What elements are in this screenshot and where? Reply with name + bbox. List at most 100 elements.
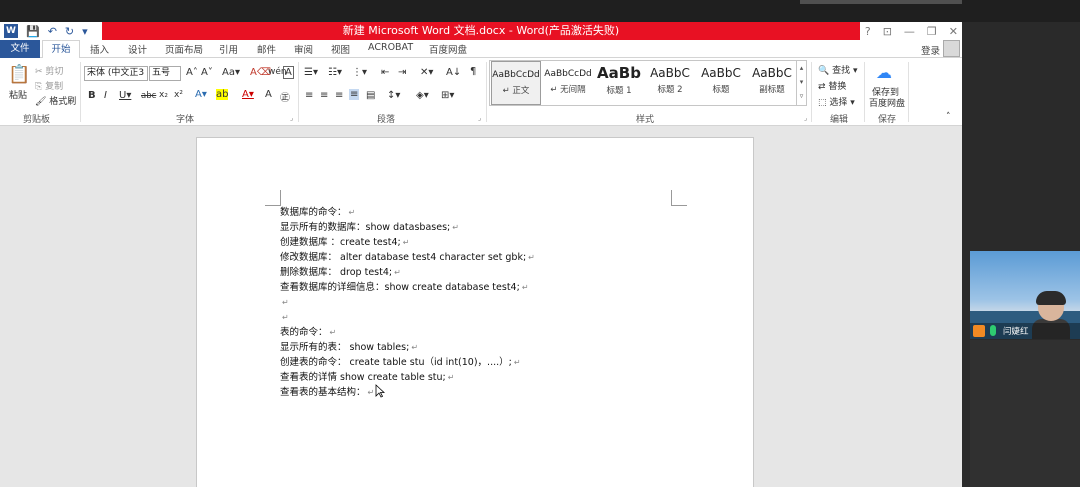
- line-spacing-icon[interactable]: ↕▾: [387, 90, 400, 101]
- tab-design[interactable]: 设计: [128, 42, 147, 56]
- baidu-netdisk-icon[interactable]: ☁: [876, 63, 892, 82]
- shading-icon[interactable]: ◈▾: [416, 90, 429, 101]
- styles-dialog-launcher-icon[interactable]: ⌟: [804, 114, 807, 122]
- style-title[interactable]: AaBbC 标题: [696, 61, 746, 105]
- divider: [486, 62, 487, 122]
- doc-line: 表的命令： ↵: [280, 327, 337, 338]
- font-size-select[interactable]: 五号: [149, 66, 181, 81]
- doc-line: 显示所有的数据库：show datasbases; ↵: [280, 222, 459, 233]
- quick-access-toolbar: W 💾 ↶ ↻ ▾: [4, 23, 88, 39]
- paste-icon[interactable]: 📋: [8, 64, 30, 85]
- underline-icon[interactable]: U▾: [119, 90, 131, 101]
- tab-references[interactable]: 引用: [219, 42, 238, 56]
- tab-review[interactable]: 审阅: [294, 42, 313, 56]
- char-shading-icon[interactable]: A: [265, 89, 272, 100]
- paragraph-group-label: 段落: [377, 115, 396, 125]
- highlight-icon[interactable]: ab: [216, 89, 229, 100]
- tab-mailings[interactable]: 邮件: [257, 42, 276, 56]
- styles-group-label: 样式: [636, 115, 655, 125]
- close-icon[interactable]: ✕: [949, 25, 958, 38]
- paste-button[interactable]: 粘贴: [9, 88, 27, 101]
- screen: W 💾 ↶ ↻ ▾ 新建 Microsoft Word 文档.docx - Wo…: [0, 0, 1080, 487]
- align-center-icon[interactable]: ≡: [320, 90, 328, 101]
- save-group-label: 保存: [878, 115, 897, 125]
- doc-line: 修改数据库： alter database test4 character se…: [280, 252, 535, 263]
- collapse-ribbon-icon[interactable]: ˄: [946, 112, 951, 122]
- align-right-icon[interactable]: ≡: [335, 90, 343, 101]
- style-heading-2[interactable]: AaBbC 标题 2: [645, 61, 695, 105]
- subscript-icon[interactable]: x₂: [159, 90, 168, 100]
- tab-home[interactable]: 开始: [42, 40, 80, 59]
- help-icon[interactable]: ?: [865, 25, 871, 38]
- customize-qat-icon[interactable]: ▾: [82, 25, 88, 38]
- enclose-char-icon[interactable]: ㊣: [280, 89, 290, 104]
- replace-button[interactable]: ⇄ 替换: [818, 79, 846, 92]
- align-left-icon[interactable]: ≡: [305, 90, 313, 101]
- borders-icon[interactable]: ⊞▾: [441, 90, 454, 101]
- doc-line: 查看数据库的详细信息：show create database test4; ↵: [280, 282, 529, 293]
- select-button[interactable]: ⬚ 选择 ▾: [818, 95, 855, 108]
- tab-insert[interactable]: 插入: [90, 42, 109, 56]
- tab-view[interactable]: 视图: [331, 42, 350, 56]
- sort-icon[interactable]: A↓: [446, 67, 461, 78]
- style-heading-1[interactable]: AaBb 标题 1: [594, 61, 644, 105]
- distributed-icon[interactable]: ▤: [366, 90, 375, 101]
- asian-layout-icon[interactable]: ✕▾: [420, 67, 433, 78]
- login-link[interactable]: 登录: [921, 43, 940, 57]
- multilevel-list-icon[interactable]: ⋮▾: [352, 67, 367, 78]
- show-marks-icon[interactable]: ¶: [470, 66, 476, 77]
- top-dark-strip: [0, 0, 1080, 22]
- undo-icon[interactable]: ↶: [48, 25, 57, 38]
- document-text[interactable]: 数据库的命令： ↵ 显示所有的数据库：show datasbases; ↵ 创建数据…: [280, 205, 535, 400]
- char-border-icon[interactable]: A: [283, 66, 294, 79]
- style-normal[interactable]: AaBbCcDd ↵ 正文: [491, 61, 541, 105]
- numbering-icon[interactable]: ☷▾: [328, 67, 342, 78]
- divider: [80, 62, 81, 122]
- sidebar-empty-area: [970, 340, 1080, 487]
- find-button[interactable]: 🔍 查找 ▾: [818, 63, 857, 76]
- tab-file[interactable]: 文件: [0, 40, 40, 58]
- decrease-indent-icon[interactable]: ⇤: [381, 67, 389, 78]
- cut-button[interactable]: ✂ 剪切: [35, 64, 63, 77]
- font-dialog-launcher-icon[interactable]: ⌟: [290, 114, 293, 122]
- restore-icon[interactable]: ❐: [927, 25, 937, 38]
- font-name-select[interactable]: 宋体 (中文正3: [84, 66, 148, 81]
- doc-line: 创建表的命令： create table stu（id int(10)，....…: [280, 357, 521, 368]
- clipboard-group-label: 剪贴板: [23, 115, 51, 125]
- mouse-cursor-icon: [375, 384, 385, 398]
- redo-icon[interactable]: ↻: [65, 25, 74, 38]
- save-icon[interactable]: 💾: [26, 25, 40, 38]
- avatar[interactable]: [943, 40, 960, 57]
- tab-baidu-netdisk[interactable]: 百度网盘: [429, 42, 467, 56]
- ribbon-display-icon[interactable]: ⊡: [883, 25, 892, 38]
- justify-icon[interactable]: ≡: [349, 89, 360, 100]
- microphone-icon[interactable]: [990, 325, 996, 336]
- user-icon: [973, 325, 985, 337]
- superscript-icon[interactable]: x²: [174, 90, 183, 100]
- bold-icon[interactable]: B: [88, 90, 96, 101]
- save-to-line2[interactable]: 百度网盘: [869, 96, 905, 109]
- styles-gallery: AaBbCcDd ↵ 正文 AaBbCcDd ↵ 无间隔 AaBb 标题 1 A…: [489, 60, 807, 106]
- style-subtitle[interactable]: AaBbC 副标题: [747, 61, 797, 105]
- video-tile[interactable]: 闫婕红: [970, 251, 1080, 339]
- bullets-icon[interactable]: ☰▾: [304, 67, 318, 78]
- font-color-icon[interactable]: A▾: [242, 89, 254, 100]
- format-painter-button[interactable]: 🖌 格式刷: [35, 94, 76, 107]
- grow-font-icon[interactable]: A˄ A˅: [186, 67, 213, 78]
- document-page[interactable]: 数据库的命令： ↵ 显示所有的数据库：show datasbases; ↵ 创建数据…: [196, 137, 754, 487]
- copy-button[interactable]: ⎘ 复制: [35, 79, 63, 92]
- tab-acrobat[interactable]: ACROBAT: [368, 42, 413, 53]
- strikethrough-icon[interactable]: abc: [141, 91, 156, 101]
- tab-layout[interactable]: 页面布局: [165, 42, 203, 56]
- minimize-icon[interactable]: —: [904, 25, 915, 38]
- paragraph-dialog-launcher-icon[interactable]: ⌟: [478, 114, 481, 122]
- styles-scroll[interactable]: ▴ ▾ ▿: [796, 61, 806, 105]
- text-effects-icon[interactable]: A▾: [195, 89, 207, 100]
- style-no-spacing[interactable]: AaBbCcDd ↵ 无间隔: [543, 61, 593, 105]
- increase-indent-icon[interactable]: ⇥: [398, 67, 406, 78]
- doc-line: 显示所有的表： show tables; ↵: [280, 342, 419, 353]
- change-case-icon[interactable]: Aa▾: [222, 67, 240, 78]
- font-group-label: 字体: [176, 115, 195, 125]
- italic-icon[interactable]: I: [104, 90, 107, 101]
- video-name-bar: 闫婕红: [970, 323, 1080, 339]
